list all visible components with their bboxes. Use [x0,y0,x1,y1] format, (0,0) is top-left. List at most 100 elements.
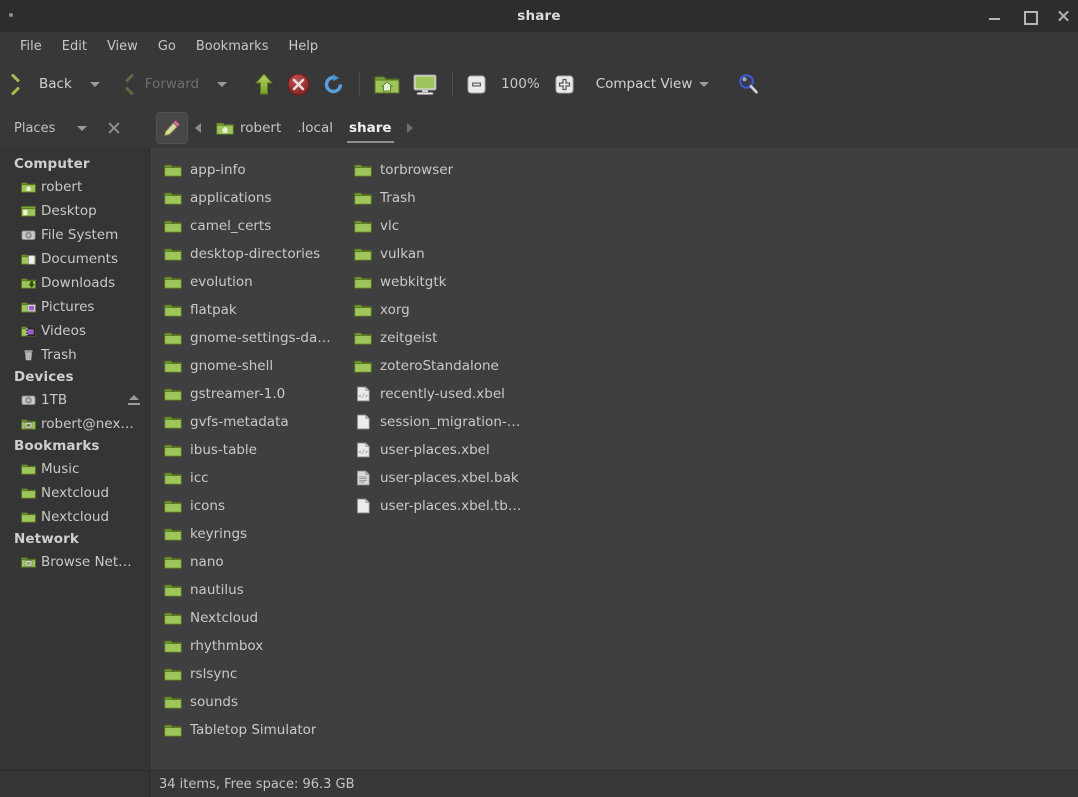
file-list-item[interactable]: vlc [348,212,538,240]
file-list-item[interactable]: gstreamer-1.0 [158,380,348,408]
file-list-item[interactable]: Trash [348,184,538,212]
menu-view[interactable]: View [97,36,148,57]
file-list-item[interactable]: Nextcloud [158,604,348,632]
sidebar-item-videos[interactable]: Videos [0,319,149,343]
downloads-folder-icon [21,276,36,290]
path-scroll-right-button[interactable] [400,123,420,133]
up-button[interactable] [247,67,281,101]
file-list-item[interactable]: gnome-settings-da… [158,324,348,352]
file-list-item[interactable]: rhythmbox [158,632,348,660]
zoom-in-button[interactable] [549,67,580,101]
file-list-item[interactable]: session_migration-… [348,408,538,436]
search-button[interactable] [731,67,765,101]
file-list-item[interactable]: camel_certs [158,212,348,240]
zoom-out-button[interactable] [461,67,492,101]
toolbar: Back Forward [0,60,1078,108]
chevron-down-icon [699,82,709,87]
menu-edit[interactable]: Edit [52,36,97,57]
sidebar-item-browse-network[interactable]: Browse Net… [0,550,149,574]
back-history-button[interactable] [78,67,112,101]
breadcrumb-label: robert [240,120,281,136]
sidebar-group-bookmarks: Bookmarks [0,436,149,457]
sidebar-item-documents[interactable]: Documents [0,247,149,271]
sidebar-item-label: robert [41,179,82,195]
breadcrumb-share[interactable]: share [341,111,400,145]
back-button[interactable]: Back [8,67,78,101]
sidebar-item-downloads[interactable]: Downloads [0,271,149,295]
folder-icon [164,162,182,178]
file-list-item[interactable]: zoteroStandalone [348,352,538,380]
file-list-item[interactable]: sounds [158,688,348,716]
stop-button[interactable] [281,67,316,101]
documents-folder-icon [21,252,36,266]
sidebar-item-file-system[interactable]: File System [0,223,149,247]
file-list-item[interactable]: vulkan [348,240,538,268]
close-places-icon[interactable] [107,121,121,135]
file-list-item[interactable]: nautilus [158,576,348,604]
file-list-item[interactable]: user-places.xbel.bak [348,464,538,492]
file-list-item[interactable]: app-info [158,156,348,184]
file-list-item[interactable]: icons [158,492,348,520]
sidebar-item-trash[interactable]: Trash [0,343,149,367]
eject-icon[interactable] [128,395,140,405]
network-folder-icon [21,555,36,569]
file-list-item[interactable]: zeitgeist [348,324,538,352]
sidebar-item-nextcloud-2[interactable]: Nextcloud [0,505,149,529]
forward-history-button[interactable] [205,67,239,101]
file-list-item[interactable]: keyrings [158,520,348,548]
desktop-button[interactable] [406,67,444,101]
maximize-button[interactable] [1020,7,1038,25]
file-name-label: vulkan [380,246,425,262]
breadcrumb-local[interactable]: .local [289,111,341,145]
file-list-item[interactable]: webkitgtk [348,268,538,296]
file-list-item[interactable]: gvfs-metadata [158,408,348,436]
reload-button[interactable] [316,67,351,101]
menu-help[interactable]: Help [278,36,328,57]
file-list-item[interactable]: gnome-shell [158,352,348,380]
file-list-item[interactable]: ibus-table [158,436,348,464]
breadcrumb-robert[interactable]: robert [208,111,289,145]
file-list[interactable]: app-infoapplicationscamel_certsdesktop-d… [150,148,1078,770]
sidebar-item-robert[interactable]: robert [0,175,149,199]
sidebar-item-pictures[interactable]: Pictures [0,295,149,319]
file-list-item[interactable]: torbrowser [348,156,538,184]
menu-file[interactable]: File [10,36,52,57]
file-name-label: Tabletop Simulator [190,722,316,738]
file-list-item[interactable]: user-places.xbel.tb… [348,492,538,520]
home-button[interactable] [368,67,406,101]
file-list-item[interactable]: applications [158,184,348,212]
file-list-item[interactable]: flatpak [158,296,348,324]
sidebar-item-label: Nextcloud [41,485,109,501]
pictures-folder-icon [21,300,36,314]
minimize-button[interactable] [986,7,1004,25]
menu-go[interactable]: Go [148,36,186,57]
folder-icon [164,722,182,738]
forward-button[interactable]: Forward [118,67,205,101]
file-list-item[interactable]: rslsync [158,660,348,688]
sidebar-item-label: Music [41,461,79,477]
chevron-down-icon [217,82,227,87]
file-list-item[interactable]: desktop-directories [158,240,348,268]
sidebar-item-remote-robert[interactable]: robert@nex… [0,412,149,436]
menu-bookmarks[interactable]: Bookmarks [186,36,279,57]
folder-icon [21,486,36,500]
sidebar-item-desktop[interactable]: Desktop [0,199,149,223]
sidebar-item-music[interactable]: Music [0,457,149,481]
file-list-item[interactable]: nano [158,548,348,576]
view-mode-selector[interactable]: Compact View [588,76,718,92]
file-list-item[interactable]: xorg [348,296,538,324]
remote-folder-icon [21,417,36,431]
file-list-item[interactable]: </>user-places.xbel [348,436,538,464]
file-list-item[interactable]: evolution [158,268,348,296]
chevron-down-icon[interactable] [77,126,87,131]
close-button[interactable] [1054,7,1072,25]
sidebar-item-nextcloud-1[interactable]: Nextcloud [0,481,149,505]
folder-icon [354,162,372,178]
sidebar-item-1tb[interactable]: 1TB [0,388,149,412]
toggle-location-entry-button[interactable] [156,112,188,144]
file-list-item[interactable]: icc [158,464,348,492]
file-list-item[interactable]: </>recently-used.xbel [348,380,538,408]
path-scroll-left-button[interactable] [188,123,208,133]
folder-icon [164,442,182,458]
file-list-item[interactable]: Tabletop Simulator [158,716,348,744]
